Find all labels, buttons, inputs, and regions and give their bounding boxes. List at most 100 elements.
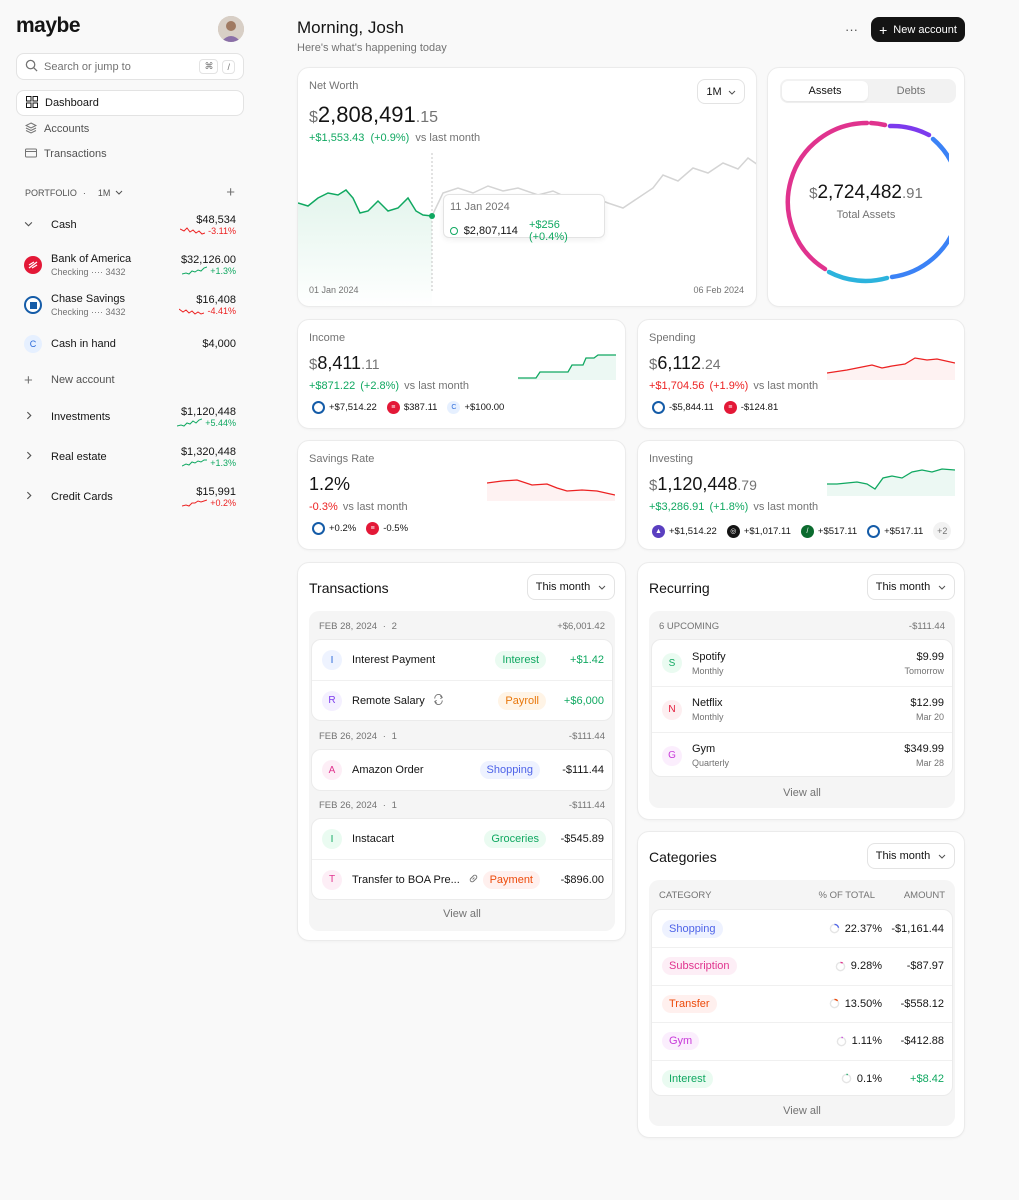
account-group-credit[interactable]: Credit Cards $15,991 +0.2% bbox=[24, 484, 236, 510]
spending-card: Spending $6,112.24 +$1,704.56 (+1.9%) vs… bbox=[637, 319, 965, 429]
search-icon bbox=[25, 59, 38, 75]
letter-avatar: N bbox=[662, 699, 682, 720]
account-value: $16,408 bbox=[196, 294, 236, 306]
recurring-row[interactable]: S Spotify Monthly $9.99 Tomorrow bbox=[652, 640, 952, 686]
group-value: $15,991 bbox=[196, 486, 236, 498]
recurring-icon bbox=[433, 693, 499, 708]
chevron-down-icon[interactable] bbox=[24, 219, 51, 231]
transaction-row[interactable]: A Amazon Order Shopping -$111.44 bbox=[312, 750, 612, 790]
letter-avatar: S bbox=[662, 653, 682, 673]
chevron-down-icon bbox=[938, 585, 946, 590]
investing-change: +$3,286.91 (+1.8%) vs last month bbox=[649, 501, 819, 513]
add-icon[interactable]: + bbox=[226, 184, 235, 201]
recurring-name: Gym bbox=[692, 743, 716, 755]
nav-accounts[interactable]: Accounts bbox=[16, 116, 244, 142]
total-assets-label: Total Assets bbox=[836, 209, 896, 221]
chip: ◎ +$1,017.11 bbox=[726, 524, 791, 538]
savings-card: Savings Rate 1.2% -0.3% vs last month +0… bbox=[297, 440, 626, 550]
account-group-cash[interactable]: Cash $48,534 -3.11% bbox=[24, 212, 236, 238]
transaction-amount: +$1.42 bbox=[570, 654, 604, 666]
chip: +0.2% bbox=[312, 522, 356, 535]
spending-change: +$1,704.56 (+1.9%) vs last month bbox=[649, 380, 819, 392]
account-change: -4.41% bbox=[207, 306, 236, 316]
page-subtitle: Here's what's happening today bbox=[297, 42, 447, 54]
tab-assets[interactable]: Assets bbox=[782, 81, 868, 101]
view-all-link[interactable]: View all bbox=[309, 908, 615, 920]
category-percent: 9.28% bbox=[850, 960, 882, 973]
chevron-right-icon[interactable] bbox=[24, 411, 51, 423]
group-value: $1,120,448 bbox=[180, 406, 236, 418]
recurring-row[interactable]: N Netflix Monthly $12.99 Mar 20 bbox=[652, 686, 952, 732]
account-name: Cash in hand bbox=[51, 338, 116, 350]
chip: -$5,844.11 bbox=[652, 401, 714, 414]
letter-icon: C bbox=[447, 401, 461, 414]
recurring-header: 6 UPCOMING -$111.44 bbox=[659, 621, 945, 632]
recurring-date: Tomorrow bbox=[904, 665, 944, 676]
category-row[interactable]: Interest 0.1% +$8.42 bbox=[652, 1059, 952, 1097]
category-row[interactable]: Transfer 13.50% -$558.12 bbox=[652, 984, 952, 1022]
transaction-group: I Interest Payment Interest +$1.42 R Rem… bbox=[311, 639, 613, 721]
new-account-button[interactable]: + New account bbox=[871, 17, 965, 42]
categories-period-select[interactable]: This month bbox=[867, 843, 955, 869]
transaction-row[interactable]: T Transfer to BOA Pre... Payment -$896.0… bbox=[312, 859, 612, 899]
assets-tabs: Assets Debts bbox=[780, 79, 956, 103]
income-chips: +$7,514.22 ≡ $387.11 C +$100.00 bbox=[312, 401, 514, 414]
chevron-right-icon[interactable] bbox=[24, 451, 51, 463]
chase-icon bbox=[312, 522, 325, 535]
letter-avatar: I bbox=[322, 650, 342, 670]
more-icon[interactable]: ··· bbox=[845, 22, 858, 37]
app-logo[interactable]: maybe bbox=[16, 14, 81, 38]
group-label: Cash bbox=[51, 219, 77, 231]
categories-title: Categories bbox=[649, 849, 717, 865]
sparkline bbox=[182, 266, 208, 275]
recurring-period-select[interactable]: This month bbox=[867, 574, 955, 600]
account-cash-in-hand[interactable]: C Cash in hand $4,000 bbox=[24, 335, 236, 353]
recurring-card: Recurring This month 6 UPCOMING -$111.44 … bbox=[637, 562, 965, 820]
circle-icon bbox=[450, 227, 458, 235]
account-name: Bank of America bbox=[51, 253, 132, 265]
chevron-down-icon bbox=[728, 90, 735, 95]
period-select[interactable]: 1M bbox=[697, 79, 745, 104]
broker-icon: ◎ bbox=[726, 524, 740, 538]
chip: / +$517.11 bbox=[800, 524, 857, 538]
nav-dashboard[interactable]: Dashboard bbox=[16, 90, 244, 116]
search-input[interactable]: Search or jump to ⌘ / bbox=[16, 53, 244, 80]
category-amount: -$412.88 bbox=[900, 1035, 944, 1048]
portfolio-period[interactable]: 1M bbox=[98, 188, 111, 198]
transaction-name: Instacart bbox=[352, 833, 395, 845]
recurring-row[interactable]: G Gym Quarterly $349.99 Mar 28 bbox=[652, 732, 952, 778]
transactions-period-select[interactable]: This month bbox=[527, 574, 615, 600]
more-chip[interactable]: +2 bbox=[933, 522, 952, 540]
category-tag: Gym bbox=[662, 1032, 700, 1051]
category-tag: Groceries bbox=[484, 830, 546, 848]
chevron-down-icon bbox=[938, 854, 946, 859]
chevron-right-icon[interactable] bbox=[24, 491, 51, 503]
account-boa[interactable]: Bank of America Checking ···· 3432 $32,1… bbox=[24, 252, 236, 278]
category-row[interactable]: Subscription 9.28% -$87.97 bbox=[652, 947, 952, 984]
transaction-row[interactable]: R Remote Salary Payroll +$6,000 bbox=[312, 680, 612, 720]
recurring-group: S Spotify Monthly $9.99 Tomorrow N Netflix… bbox=[651, 639, 953, 777]
sparkline bbox=[177, 418, 203, 427]
nav-transactions[interactable]: Transactions bbox=[16, 141, 244, 167]
category-tag: Payroll bbox=[498, 691, 546, 710]
account-group-investments[interactable]: Investments $1,120,448 +5.44% bbox=[24, 404, 236, 430]
account-chase[interactable]: Chase Savings Checking ···· 3432 $16,408… bbox=[24, 292, 236, 318]
chevron-down-icon[interactable] bbox=[115, 188, 123, 198]
account-name: Chase Savings bbox=[51, 293, 125, 305]
nav-accounts-label: Accounts bbox=[44, 123, 90, 135]
view-all-link[interactable]: View all bbox=[649, 787, 955, 799]
group-change: -3.11% bbox=[208, 226, 236, 236]
transaction-row[interactable]: I Instacart Groceries -$545.89 bbox=[312, 819, 612, 859]
tab-debts[interactable]: Debts bbox=[868, 81, 954, 101]
account-group-realestate[interactable]: Real estate $1,320,448 +1.3% bbox=[24, 444, 236, 470]
chase-icon bbox=[652, 401, 665, 414]
transaction-row[interactable]: I Interest Payment Interest +$1.42 bbox=[312, 640, 612, 680]
chip: ≡ $387.11 bbox=[386, 401, 437, 414]
view-all-link[interactable]: View all bbox=[649, 1105, 955, 1117]
sparkline bbox=[182, 499, 208, 507]
user-avatar[interactable] bbox=[218, 16, 244, 42]
new-account-button[interactable]: + New account bbox=[24, 371, 236, 389]
category-row[interactable]: Gym 1.11% -$412.88 bbox=[652, 1022, 952, 1059]
group-change: +5.44% bbox=[205, 418, 236, 428]
category-row[interactable]: Shopping 22.37% -$1,161.44 bbox=[652, 910, 952, 947]
